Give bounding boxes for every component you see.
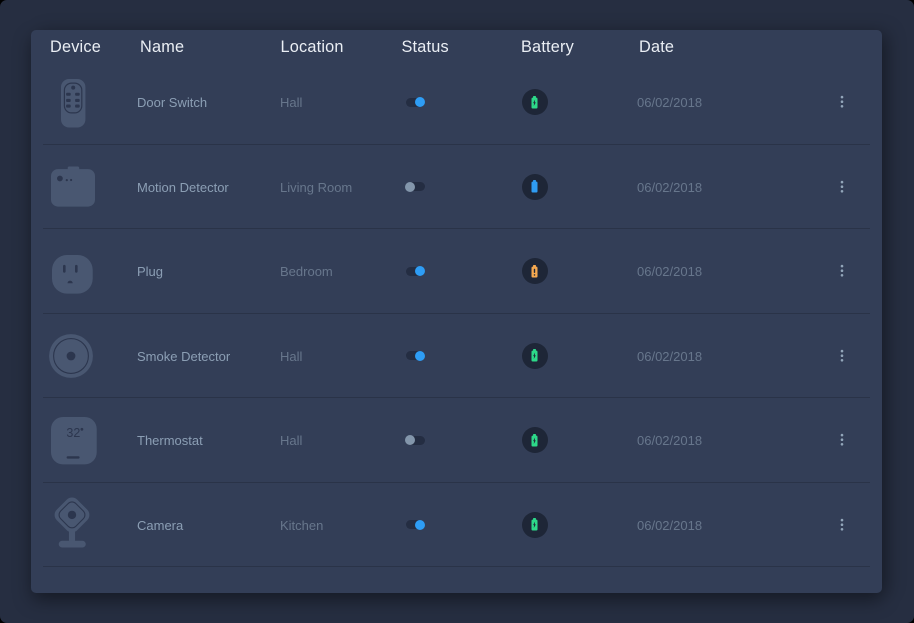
svg-text:32: 32 <box>66 426 80 440</box>
